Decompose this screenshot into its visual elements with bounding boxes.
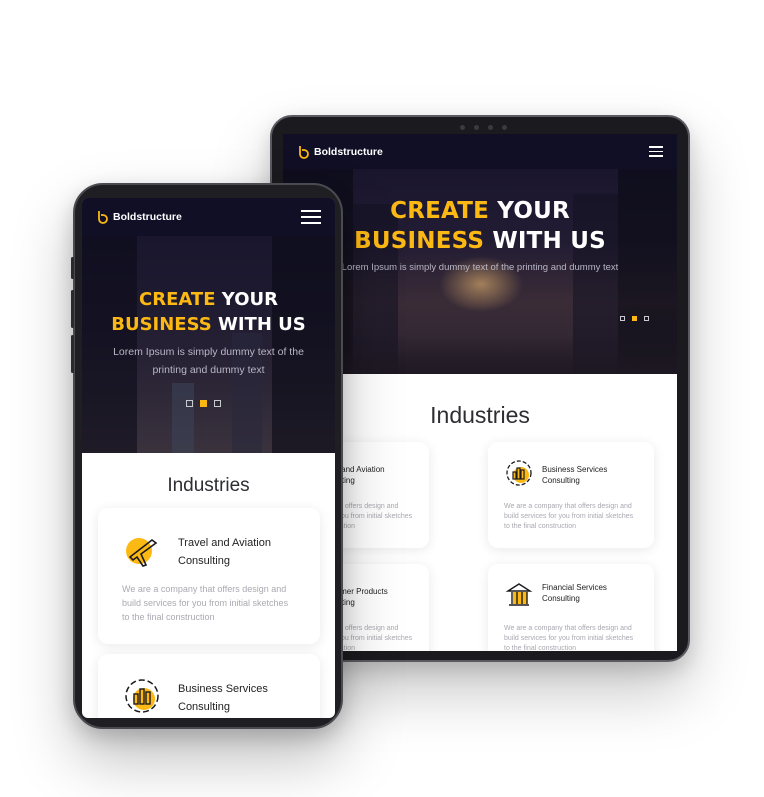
phone-side-button bbox=[71, 335, 74, 373]
phone-navbar: Boldstructure bbox=[82, 198, 335, 236]
phone-screen: Boldstructure CREATE YOUR BUSINESS WITH … bbox=[82, 198, 335, 718]
chart-icon bbox=[125, 679, 159, 713]
slider-dot-active[interactable] bbox=[632, 316, 637, 321]
industries-heading: Industries bbox=[167, 475, 250, 496]
industry-card[interactable]: Business Services Consulting bbox=[98, 654, 320, 718]
slider-dot[interactable] bbox=[214, 400, 221, 407]
brand-logo-icon bbox=[299, 145, 309, 159]
industry-card-label: Business Services Consulting bbox=[178, 683, 268, 713]
industry-card-description: We are a company that offers design and … bbox=[504, 625, 634, 651]
industry-card[interactable]: Travel and Aviation Consulting We are a … bbox=[98, 508, 320, 644]
industry-card-description: We are a company that offers design and … bbox=[122, 584, 289, 622]
hero-title-line2: BUSINESS WITH US bbox=[111, 314, 306, 335]
tablet-navbar: Boldstructure bbox=[283, 134, 677, 169]
building-shape bbox=[172, 383, 194, 453]
brand[interactable]: Boldstructure bbox=[297, 145, 383, 159]
brand-name: Boldstructure bbox=[314, 145, 383, 158]
device-mockup-stage: Boldstructure CREATE YOUR BUSINESS WITH … bbox=[0, 0, 764, 797]
industry-card-description: We are a company that offers design and … bbox=[504, 503, 634, 530]
slider-dot[interactable] bbox=[620, 316, 625, 321]
slider-dot[interactable] bbox=[644, 316, 649, 321]
industry-card-label: Business Services Consulting bbox=[542, 465, 608, 485]
brand[interactable]: Boldstructure bbox=[96, 210, 182, 224]
industry-card[interactable]: Financial Services Consulting We are a c… bbox=[488, 564, 654, 651]
phone-hero-text: CREATE YOUR BUSINESS WITH US Lorem Ipsum… bbox=[82, 287, 335, 379]
slider-dots bbox=[620, 316, 649, 321]
airplane-icon bbox=[126, 538, 158, 567]
tablet-camera bbox=[448, 123, 518, 131]
phone-side-button bbox=[71, 257, 74, 279]
hamburger-menu-icon[interactable] bbox=[649, 146, 663, 157]
phone-device: Boldstructure CREATE YOUR BUSINESS WITH … bbox=[71, 183, 343, 729]
slider-dot[interactable] bbox=[186, 400, 193, 407]
hero-title-line1: CREATE YOUR bbox=[139, 289, 278, 310]
brand-logo-icon bbox=[98, 211, 108, 224]
slider-dots bbox=[186, 400, 221, 407]
brand-name: Boldstructure bbox=[113, 211, 182, 223]
industry-card-label: Financial Services Consulting bbox=[542, 583, 607, 603]
hamburger-menu-icon[interactable] bbox=[301, 210, 321, 224]
phone-hero: Boldstructure CREATE YOUR BUSINESS WITH … bbox=[82, 198, 335, 453]
bank-icon bbox=[505, 583, 533, 606]
hero-subtitle: Lorem Ipsum is simply dummy text of the … bbox=[113, 346, 304, 376]
phone-side-button bbox=[71, 290, 74, 328]
slider-dot-active[interactable] bbox=[200, 400, 207, 407]
industry-card-label: Travel and Aviation Consulting bbox=[178, 537, 271, 567]
industry-card[interactable]: Business Services Consulting We are a co… bbox=[488, 442, 654, 548]
chart-icon bbox=[506, 460, 532, 486]
